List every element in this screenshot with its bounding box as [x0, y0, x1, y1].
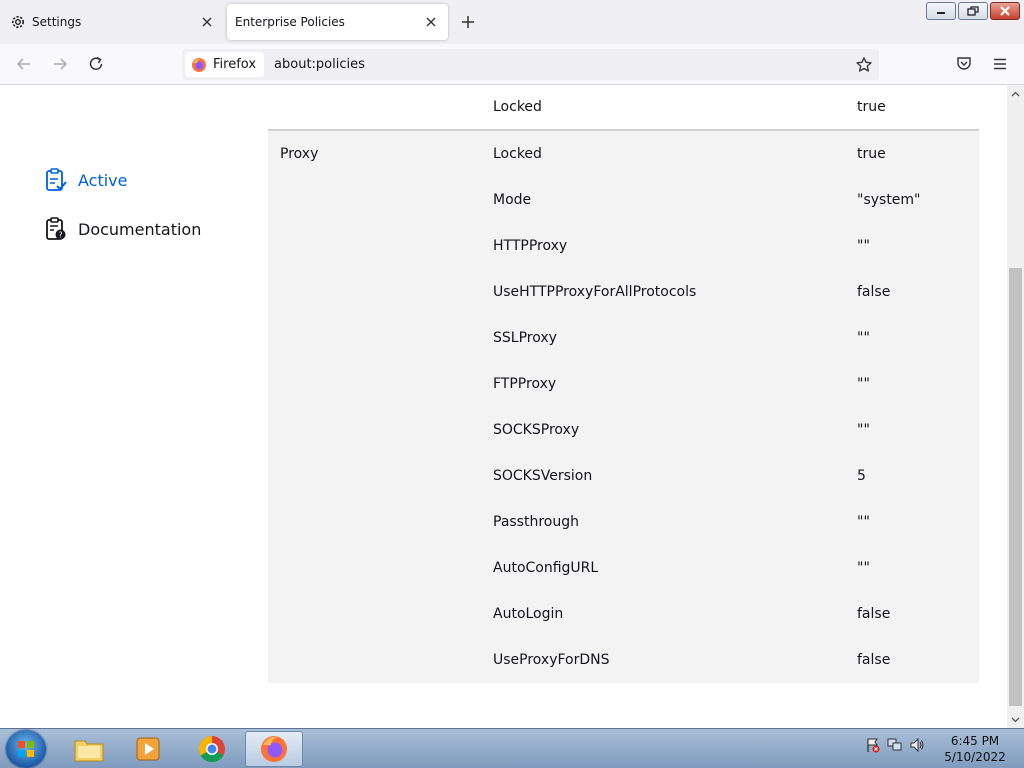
volume-icon[interactable]	[909, 737, 925, 753]
policy-value-cell: ""	[857, 238, 870, 254]
action-center-flag-icon[interactable]	[865, 737, 881, 753]
close-tab-icon[interactable]	[200, 15, 214, 29]
policy-key-cell: Mode	[493, 192, 532, 208]
minimize-button[interactable]	[926, 2, 956, 20]
sidebar: Active ? Documentation	[0, 85, 250, 728]
tab-strip: Settings Enterprise Policies	[0, 0, 1024, 44]
policy-value-cell: true	[857, 146, 886, 162]
vertical-scrollbar[interactable]	[1007, 85, 1024, 728]
identity-label: Firefox	[213, 57, 257, 72]
table-row: Passthrough ""	[268, 499, 979, 545]
policy-key-cell: Locked	[493, 99, 542, 115]
table-row: Mode "system"	[268, 177, 979, 223]
sidebar-item-label: Documentation	[78, 219, 202, 239]
back-button[interactable]	[15, 55, 33, 73]
scrollbar-thumb[interactable]	[1009, 268, 1022, 706]
network-icon[interactable]	[887, 737, 903, 753]
policy-key-cell: SOCKSProxy	[493, 422, 580, 438]
table-row: FTPProxy ""	[268, 361, 979, 407]
scroll-up-arrow-icon[interactable]	[1007, 85, 1024, 102]
forward-button[interactable]	[51, 55, 69, 73]
svg-text:?: ?	[58, 231, 62, 240]
chrome-icon[interactable]	[183, 731, 241, 767]
url-bar[interactable]: Firefox about:policies	[182, 49, 879, 80]
new-tab-button[interactable]	[458, 12, 478, 32]
policy-name-cell: Proxy	[280, 146, 319, 162]
policy-value-cell: ""	[857, 330, 870, 346]
policy-key-cell: SOCKSVersion	[493, 468, 593, 484]
policy-value-cell: ""	[857, 422, 870, 438]
menu-hamburger-icon[interactable]	[991, 55, 1009, 73]
policy-value-cell: false	[857, 652, 891, 668]
taskbar-clock[interactable]: 6:45 PM 5/10/2022	[940, 733, 1010, 765]
scroll-down-arrow-icon[interactable]	[1007, 711, 1024, 728]
policy-key-cell: Locked	[493, 146, 542, 162]
tab-title: Enterprise Policies	[235, 15, 345, 29]
reload-button[interactable]	[87, 55, 105, 73]
media-player-icon[interactable]	[119, 731, 177, 767]
policy-value-cell: true	[857, 99, 886, 115]
table-row: AutoConfigURL ""	[268, 545, 979, 591]
system-tray	[865, 737, 925, 753]
clipboard-help-icon: ?	[45, 217, 67, 241]
clock-date: 5/10/2022	[944, 750, 1006, 764]
gear-icon	[10, 14, 26, 30]
table-row: SOCKSVersion 5	[268, 453, 979, 499]
table-row: UseHTTPProxyForAllProtocols false	[268, 269, 979, 315]
policy-value-cell: false	[857, 606, 891, 622]
sidebar-item-documentation[interactable]: ? Documentation	[45, 217, 201, 241]
close-window-button[interactable]	[990, 2, 1020, 20]
table-row: Locked true	[268, 85, 979, 131]
policy-value-cell: ""	[857, 514, 870, 530]
policy-value-cell: ""	[857, 560, 870, 576]
table-row: SOCKSProxy ""	[268, 407, 979, 453]
table-row: SSLProxy ""	[268, 315, 979, 361]
policy-value-cell: false	[857, 284, 891, 300]
taskbar: 6:45 PM 5/10/2022	[0, 728, 1024, 768]
restore-button[interactable]	[958, 2, 988, 20]
close-tab-icon[interactable]	[424, 15, 438, 29]
pocket-icon[interactable]	[955, 55, 973, 73]
firefox-taskbar-icon[interactable]	[245, 731, 303, 767]
policy-value-cell: 5	[857, 468, 866, 484]
url-text[interactable]: about:policies	[274, 57, 365, 72]
table-row: AutoLogin false	[268, 591, 979, 637]
bookmark-star-icon[interactable]	[855, 56, 873, 74]
policy-key-cell: UseProxyForDNS	[493, 652, 610, 668]
policies-table: Locked true Proxy Locked true Mode "syst…	[268, 85, 979, 683]
proxy-policy-group: Proxy Locked true Mode "system" HTTPProx…	[268, 131, 979, 683]
clipboard-check-icon	[45, 168, 67, 192]
table-row: HTTPProxy ""	[268, 223, 979, 269]
window-controls	[926, 2, 1020, 20]
policy-value-cell: "system"	[857, 192, 921, 208]
policy-key-cell: AutoLogin	[493, 606, 564, 622]
policy-key-cell: HTTPProxy	[493, 238, 568, 254]
policy-key-cell: SSLProxy	[493, 330, 557, 346]
page-content: Active ? Documentation Locked true Proxy…	[0, 85, 1024, 728]
clock-time: 6:45 PM	[950, 734, 1000, 748]
tab-settings[interactable]: Settings	[0, 4, 224, 40]
identity-box[interactable]: Firefox	[185, 52, 265, 77]
policy-key-cell: FTPProxy	[493, 376, 557, 392]
firefox-icon	[191, 57, 207, 73]
file-explorer-icon[interactable]	[60, 731, 118, 767]
navigation-toolbar: Firefox about:policies	[0, 44, 1024, 85]
table-row: UseProxyForDNS false	[268, 637, 979, 683]
policy-key-cell: AutoConfigURL	[493, 560, 599, 576]
sidebar-item-active[interactable]: Active	[45, 168, 128, 192]
table-row: Proxy Locked true	[268, 131, 979, 177]
start-button[interactable]	[6, 730, 46, 768]
sidebar-item-label: Active	[78, 170, 128, 190]
tab-enterprise-policies[interactable]: Enterprise Policies	[227, 4, 448, 40]
policy-key-cell: UseHTTPProxyForAllProtocols	[493, 284, 697, 300]
tab-title: Settings	[32, 15, 82, 29]
policy-key-cell: Passthrough	[493, 514, 579, 530]
policy-value-cell: ""	[857, 376, 870, 392]
